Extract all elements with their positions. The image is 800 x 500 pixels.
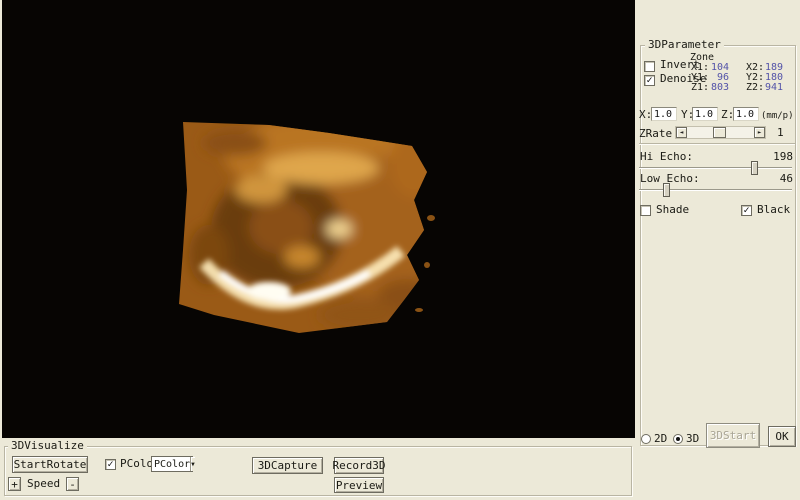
- denoise-checkbox[interactable]: ✓: [644, 75, 655, 86]
- app-window: { "colors": { "panel_bg": "#ece9d8", "vi…: [0, 0, 800, 500]
- black-checkbox[interactable]: ✓: [741, 205, 752, 216]
- zrate-scroll-right-icon[interactable]: ►: [754, 127, 765, 138]
- mode-3d-radio[interactable]: [673, 434, 683, 444]
- mode-2d-label: 2D: [654, 433, 667, 445]
- speed-label: Speed: [27, 478, 60, 490]
- speed-minus-button[interactable]: -: [66, 477, 79, 491]
- zrate-scroll-left-icon[interactable]: ◄: [676, 127, 687, 138]
- zrate-scrollbar-track[interactable]: [687, 127, 754, 138]
- zone-z1-value: 803: [703, 83, 729, 93]
- ultrasound-volume-image: [169, 105, 439, 345]
- mode-2d-radio[interactable]: [641, 434, 651, 444]
- mode-3d-label: 3D: [686, 433, 699, 445]
- hi-echo-value: 198: [755, 151, 793, 163]
- parameter-separator: [639, 143, 795, 145]
- visualize-group-title: 3DVisualize: [8, 440, 87, 451]
- parameter-group-title: 3DParameter: [645, 39, 724, 50]
- zrate-value: 1: [777, 127, 784, 139]
- shade-label: Shade: [656, 204, 689, 216]
- low-echo-value: 46: [755, 173, 793, 185]
- ok-button[interactable]: OK: [768, 426, 796, 447]
- pcolor-dropdown[interactable]: PColor ▼: [151, 456, 193, 472]
- shade-checkbox[interactable]: [640, 205, 651, 216]
- scale-unit-label: (mm/p): [761, 110, 794, 122]
- scale-z-input[interactable]: [733, 107, 759, 121]
- zrate-scrollbar-thumb[interactable]: [713, 127, 726, 138]
- low-echo-label: Low Echo:: [640, 173, 700, 185]
- preview-button[interactable]: Preview: [334, 477, 384, 493]
- scale-y-input[interactable]: [692, 107, 718, 121]
- pcolor-dropdown-value: PColor: [152, 459, 190, 470]
- hi-echo-label: Hi Echo:: [640, 151, 693, 163]
- zone-z2-value: 941: [757, 83, 783, 93]
- scale-x-input[interactable]: [651, 107, 677, 121]
- invert-checkbox[interactable]: [644, 61, 655, 72]
- pcolor-checkbox[interactable]: ✓: [105, 459, 116, 470]
- parameter-groupbox: [640, 45, 796, 446]
- zrate-label: ZRate: [639, 128, 672, 140]
- start-rotate-button[interactable]: StartRotate: [12, 456, 88, 473]
- pcolor-dropdown-arrow-icon[interactable]: ▼: [190, 457, 195, 471]
- 3dcapture-button[interactable]: 3DCapture: [252, 457, 323, 474]
- low-echo-slider-thumb[interactable]: [663, 183, 670, 197]
- render-viewport[interactable]: [2, 0, 635, 438]
- zrate-scrollbar[interactable]: ◄ ►: [675, 126, 766, 139]
- 3dstart-button[interactable]: 3DStart: [706, 423, 760, 448]
- hi-echo-slider-track[interactable]: [639, 167, 792, 169]
- record3d-button[interactable]: Record3D: [334, 457, 384, 474]
- low-echo-slider-track[interactable]: [639, 189, 792, 191]
- black-label: Black: [757, 204, 790, 216]
- speed-plus-button[interactable]: +: [8, 477, 21, 491]
